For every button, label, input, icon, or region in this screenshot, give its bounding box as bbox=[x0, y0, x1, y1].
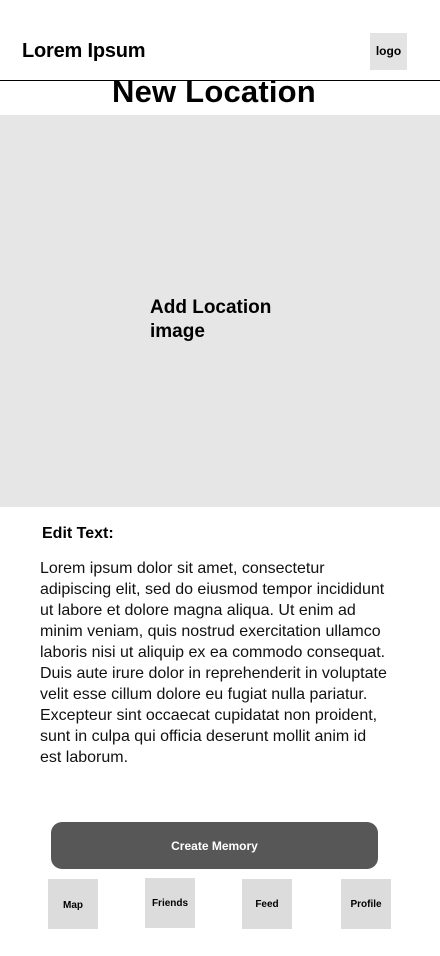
logo-label: logo bbox=[375, 44, 402, 58]
create-memory-button-label: Create Memory bbox=[171, 838, 258, 853]
edit-text-label: Edit Text: bbox=[42, 525, 114, 542]
nav-item-profile[interactable]: Profile bbox=[341, 879, 391, 929]
nav-item-map[interactable]: Map bbox=[48, 879, 98, 929]
location-description-text[interactable]: Lorem ipsum dolor sit amet, consectetur … bbox=[40, 558, 390, 768]
create-memory-button[interactable]: Create Memory bbox=[51, 822, 378, 869]
logo: logo bbox=[370, 33, 407, 70]
app-title: Lorem Ipsum bbox=[22, 40, 146, 62]
nav-item-label: Map bbox=[63, 899, 83, 911]
add-location-image-label: Add Location image bbox=[150, 297, 272, 342]
nav-item-feed[interactable]: Feed bbox=[242, 879, 292, 929]
nav-item-friends[interactable]: Friends bbox=[145, 878, 195, 928]
page-title: New Location bbox=[112, 74, 316, 109]
add-location-image-area[interactable]: Add Location image bbox=[0, 115, 440, 507]
nav-item-label: Profile bbox=[350, 898, 382, 910]
nav-item-label: Feed bbox=[255, 898, 279, 910]
nav-item-label: Friends bbox=[151, 897, 189, 909]
